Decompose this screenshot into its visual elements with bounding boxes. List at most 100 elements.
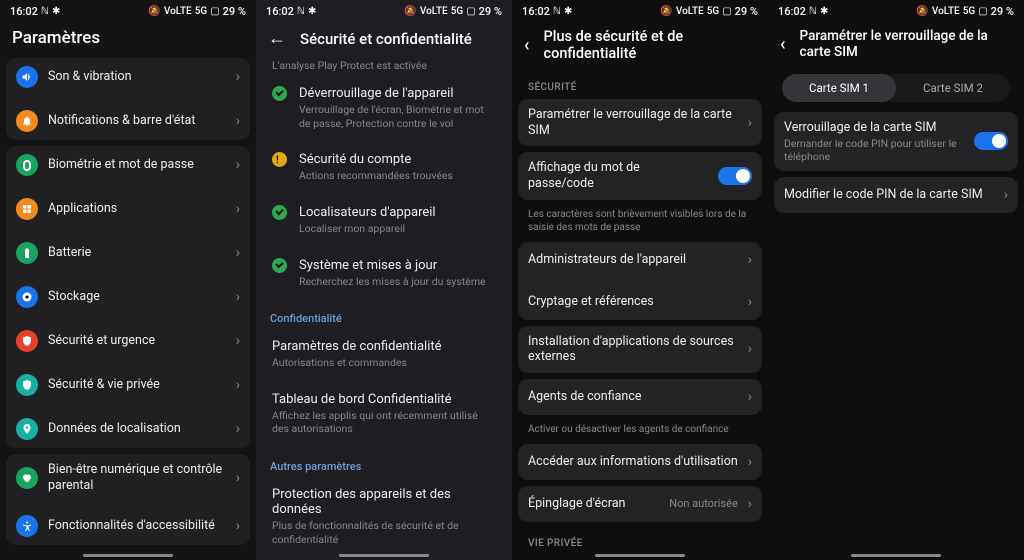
sim-lock-toggle[interactable]: Verrouillage de la carte SIMDemander le … [774,112,1018,171]
page-title: Sécurité et confidentialité [300,30,472,48]
play-protect-status: L'analyse Play Protect est activée [260,59,508,78]
chevron-right-icon: › [236,377,240,393]
status-bar: 16:02ℕ✱ 🔕VoLTE5G▢29 % [768,0,1024,22]
security-check-3[interactable]: Système et mises à jourRecherchez les mi… [260,250,508,297]
usage-access[interactable]: Accéder aux informations d'utilisation› [518,444,762,480]
security-check-0[interactable]: Déverrouillage de l'appareilVerrouillage… [260,78,508,138]
battery-icon: ▢ [466,6,475,17]
network-icon: VoLTE [420,6,448,17]
back-button[interactable]: ‹ [780,34,786,55]
chevron-right-icon: › [748,496,752,512]
status-bar: 16:02ℕ✱ 🔕VoLTE5G▢29 % [0,0,256,22]
security-check-2[interactable]: Localisateurs d'appareilLocaliser mon ap… [260,197,508,244]
dnd-icon: 🔕 [148,6,160,17]
sim-tabs: Carte SIM 1Carte SIM 2 [782,74,1010,102]
other-row-0[interactable]: Protection des appareils et des donnéesP… [260,479,508,550]
settings-item-location[interactable]: Données de localisation› [6,410,250,448]
install-unknown[interactable]: Installation d'applications de sources e… [518,326,762,373]
titlebar: ‹ Paramétrer le verrouillage de la carte… [768,22,1024,70]
show-password-help: Les caractères sont brièvement visibles … [518,206,762,242]
nav-bar[interactable] [512,550,768,560]
battery-icon: ▢ [722,6,731,17]
location-icon [16,418,38,440]
chevron-right-icon: › [236,289,240,305]
nav-bar[interactable] [0,550,256,560]
settings-item-privacy[interactable]: Sécurité & vie privée› [6,366,250,404]
chevron-right-icon: › [748,341,752,357]
trust-agents[interactable]: Agents de confiance› [518,379,762,415]
security-check-1[interactable]: Sécurité du compteActions recommandées t… [260,144,508,191]
dnd-icon: 🔕 [660,6,672,17]
bluetooth-icon: ✱ [564,6,572,17]
security-row-1[interactable]: Cryptage et références› [518,284,762,320]
chevron-right-icon: › [236,201,240,217]
wellbeing-icon [16,467,38,489]
settings-item-notifications[interactable]: Notifications & barre d'état› [6,102,250,140]
show-password-toggle[interactable]: Affichage du mot de passe/code [518,152,762,199]
battery-percent: 29 % [735,5,758,18]
chevron-right-icon: › [236,69,240,85]
chevron-right-icon: › [236,421,240,437]
nav-bar[interactable] [256,550,512,560]
bluetooth-icon: ✱ [308,6,316,17]
settings-item-accessibility[interactable]: Fonctionnalités d'accessibilité› [6,507,250,545]
dnd-icon: 🔕 [404,6,416,17]
biometrics-icon [16,154,38,176]
section-other: Autres paramètres [260,450,508,479]
settings-item-apps[interactable]: Applications› [6,190,250,228]
status-ok-icon [272,258,287,273]
back-button[interactable]: ← [268,28,286,49]
change-sim-pin[interactable]: Modifier le code PIN de la carte SIM› [774,177,1018,213]
page-title: Plus de sécurité et de confidentialité [544,28,756,62]
settings-item-biometrics[interactable]: Biométrie et mot de passe› [6,146,250,184]
page-title: Paramètres [0,22,256,58]
settings-item-battery[interactable]: Batterie› [6,234,250,272]
section-privacy: Confidentialité [260,302,508,331]
section-privacy: Vie privée [518,528,762,550]
chevron-right-icon: › [236,470,240,486]
chevron-right-icon: › [748,294,752,310]
signal-icon: 5G [195,6,208,17]
toggle-switch[interactable] [974,132,1008,150]
nfc-icon: ℕ [809,6,817,17]
titlebar: ← Sécurité et confidentialité [256,22,512,59]
privacy-icon [16,374,38,396]
battery-icon: ▢ [210,6,219,17]
battery-percent: 29 % [991,5,1014,18]
privacy-row-0[interactable]: Paramètres de confidentialitéAutorisatio… [260,331,508,378]
sound-icon [16,66,38,88]
apps-icon [16,198,38,220]
settings-item-wellbeing[interactable]: Bien-être numérique et contrôle parental… [6,454,250,501]
signal-icon: 5G [963,6,976,17]
chevron-right-icon: › [236,157,240,173]
security-row-0[interactable]: Administrateurs de l'appareil› [518,242,762,278]
settings-item-storage[interactable]: Stockage› [6,278,250,316]
sim-lock-settings[interactable]: Paramétrer le verrouillage de la carte S… [518,99,762,146]
chevron-right-icon: › [236,518,240,534]
back-button[interactable]: ‹ [524,35,530,56]
chevron-right-icon: › [1004,187,1008,203]
chevron-right-icon: › [236,113,240,129]
status-time: 16:02 [778,5,806,18]
settings-item-emergency[interactable]: Sécurité et urgence› [6,322,250,360]
network-icon: VoLTE [164,6,192,17]
status-time: 16:02 [10,5,38,18]
section-security: Sécurité [518,72,762,99]
tab-sim-2[interactable]: Carte SIM 2 [896,74,1010,102]
battery-icon: ▢ [978,6,987,17]
nfc-icon: ℕ [41,6,49,17]
settings-item-sound[interactable]: Son & vibration› [6,58,250,96]
privacy-row-1[interactable]: Tableau de bord ConfidentialitéAffichez … [260,384,508,444]
bluetooth-icon: ✱ [52,6,60,17]
titlebar: ‹ Plus de sécurité et de confidentialité [512,22,768,72]
nfc-icon: ℕ [297,6,305,17]
nav-bar[interactable] [768,550,1024,560]
screen-pinning[interactable]: Épinglage d'écranNon autorisée› [518,486,762,522]
status-bar: 16:02ℕ✱ 🔕VoLTE5G▢29 % [256,0,512,22]
tab-sim-1[interactable]: Carte SIM 1 [782,74,896,102]
toggle-switch[interactable] [718,167,752,185]
status-bar: 16:02ℕ✱ 🔕VoLTE5G▢29 % [512,0,768,22]
bluetooth-icon: ✱ [820,6,828,17]
status-ok-icon [272,86,287,101]
screen-pinning-value: Non autorisée [669,497,737,510]
